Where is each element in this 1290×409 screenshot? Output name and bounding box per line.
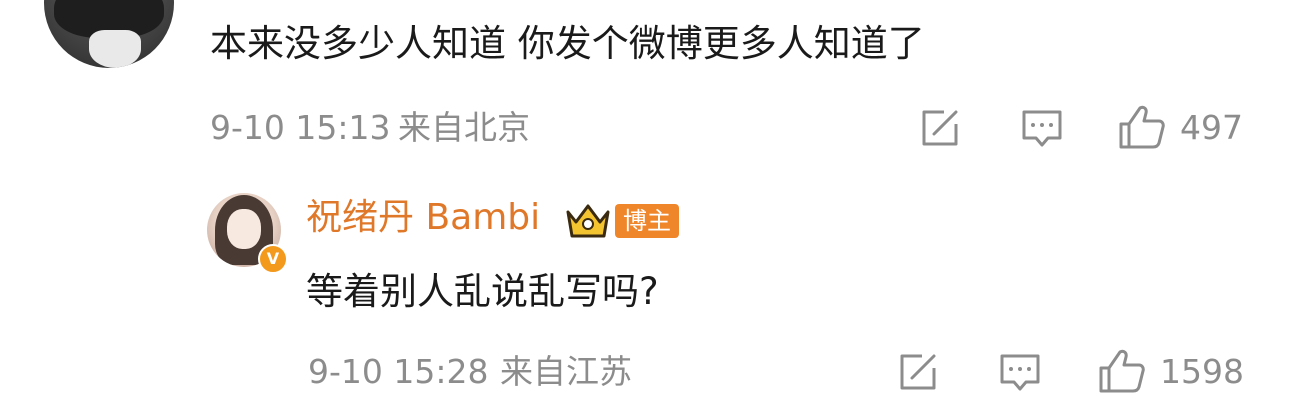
crown-icon	[566, 204, 610, 238]
share-icon[interactable]	[896, 350, 940, 394]
comment-date: 9-10 15:13	[210, 108, 391, 147]
share-icon[interactable]	[918, 106, 962, 150]
reply-location: 来自江苏	[500, 352, 632, 391]
like-icon[interactable]	[1118, 104, 1166, 150]
reply-username[interactable]: 祝绪丹 Bambi	[306, 197, 540, 239]
reply-date: 9-10 15:28	[308, 352, 489, 391]
comment-like-count: 497	[1180, 108, 1243, 147]
comment-text: 本来没多少人知道 你发个微博更多人知道了	[210, 22, 925, 65]
reply-text: 等着别人乱说乱写吗?	[306, 270, 659, 313]
commenter-avatar[interactable]	[44, 0, 174, 68]
comment-icon[interactable]	[998, 350, 1042, 394]
verified-badge: V	[258, 244, 288, 274]
reply-like-count: 1598	[1160, 352, 1244, 391]
author-badge: 博主	[615, 204, 679, 238]
comment-icon[interactable]	[1020, 106, 1064, 150]
like-icon[interactable]	[1098, 348, 1146, 394]
comment-location: 来自北京	[398, 108, 530, 147]
